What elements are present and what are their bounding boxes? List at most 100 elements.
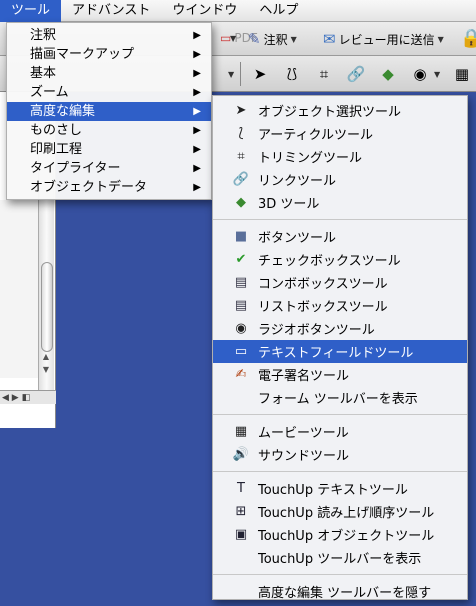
advanced-editing-item[interactable]: ▭ テキストフィールドツール <box>213 340 467 363</box>
menu-window[interactable]: ウインドウ <box>161 0 248 22</box>
advanced-editing-item[interactable]: 🔊 サウンドツール <box>213 443 467 466</box>
advanced-editing-item[interactable]: ✍ 電子署名ツール <box>213 363 467 386</box>
menu-tools[interactable]: ツール <box>0 0 62 22</box>
article-icon: ⟅ <box>238 126 244 141</box>
icon-spacer <box>232 549 250 567</box>
comment-button-label: 注釈 <box>263 32 288 47</box>
icon-spacer <box>232 583 250 601</box>
advanced-editing-item[interactable]: ▣ TouchUp オブジェクトツール <box>213 523 467 546</box>
menu-item-label: ボタンツール <box>258 231 337 246</box>
chevron-down-icon[interactable]: ▼ <box>230 34 236 43</box>
tools-menu-item[interactable]: ズーム ▶ <box>7 83 211 102</box>
submenu-arrow-icon: ▶ <box>193 163 201 174</box>
advanced-editing-item[interactable]: ▦ ムービーツール <box>213 420 467 443</box>
menu-separator <box>213 574 467 575</box>
icon-spacer <box>232 389 250 407</box>
tools-menu-item[interactable]: ものさし ▶ <box>7 121 211 140</box>
advanced-editing-item[interactable]: ◆ 3D ツール <box>213 191 467 214</box>
scroll-arrows[interactable]: ▲ ▼ <box>38 350 54 394</box>
menu-item-label: リストボックスツール <box>258 300 388 315</box>
menu-item-label: オブジェクトデータ <box>30 180 148 195</box>
advanced-editing-item[interactable]: フォーム ツールバーを表示 <box>213 386 467 409</box>
menu-item-label: 注釈 <box>30 28 57 43</box>
menu-item-label: 描画マークアップ <box>30 47 135 62</box>
advanced-editing-item[interactable]: ✔ チェックボックスツール <box>213 248 467 271</box>
tools-menu-item[interactable]: 注釈 ▶ <box>7 26 211 45</box>
3d-icon[interactable]: ◆ <box>378 64 398 84</box>
scrollbar-thumb[interactable] <box>41 262 53 352</box>
tools-menu-item[interactable]: 基本 ▶ <box>7 64 211 83</box>
submenu-arrow-icon: ▶ <box>193 49 201 60</box>
tools-menu-item[interactable]: 描画マークアップ ▶ <box>7 45 211 64</box>
tools-menu-item[interactable]: オブジェクトデータ ▶ <box>7 178 211 197</box>
chevron-down-icon[interactable]: ▼ <box>434 70 440 79</box>
advanced-editing-item[interactable]: ⊞ TouchUp 読み上げ順序ツール <box>213 500 467 523</box>
menu-item-label: 3D ツール <box>258 197 320 212</box>
menu-item-label: TouchUp オブジェクトツール <box>258 529 435 544</box>
advanced-editing-item[interactable]: ■ ボタンツール <box>213 225 467 248</box>
menu-item-label: 電子署名ツール <box>258 369 350 384</box>
select-object-icon[interactable]: ➤ <box>250 64 270 84</box>
send-review-icon: ✉ <box>323 30 336 48</box>
radio-icon[interactable]: ◉ <box>410 64 430 84</box>
menu-help[interactable]: ヘルプ <box>248 0 309 22</box>
comment-button[interactable]: ✎ 注釈 ▼ <box>248 30 297 48</box>
advanced-editing-submenu: ➤ オブジェクト選択ツール ⟅ アーティクルツール ⌗ トリミングツール 🔗 リンクツール ◆ 3… <box>212 95 468 603</box>
menu-item-label: フォーム ツールバーを表示 <box>258 392 418 407</box>
radio-icon: ◉ <box>235 321 247 336</box>
chevron-down-icon: ▼ <box>290 34 297 44</box>
advanced-editing-item[interactable]: 🔗 リンクツール <box>213 168 467 191</box>
menu-item-label: TouchUp ツールバーを表示 <box>258 552 422 567</box>
page-navigation-bar[interactable]: ◀ ▶ ◧ <box>0 390 56 404</box>
arrow-icon: ➤ <box>235 103 247 118</box>
comment-icon: ✎ <box>248 30 261 48</box>
submenu-arrow-icon: ▶ <box>193 87 201 98</box>
lock-icon[interactable]: 🔒 <box>460 28 476 49</box>
advanced-editing-item[interactable]: ➤ オブジェクト選択ツール <box>213 99 467 122</box>
advanced-editing-item[interactable]: ▤ コンボボックスツール <box>213 271 467 294</box>
advanced-editing-item[interactable]: T TouchUp テキストツール <box>213 477 467 500</box>
crop-icon[interactable]: ⌗ <box>314 64 334 84</box>
signature-icon: ✍ <box>235 367 247 382</box>
advanced-editing-item[interactable]: ⌗ トリミングツール <box>213 145 467 168</box>
menu-item-label: オブジェクト選択ツール <box>258 105 402 120</box>
send-review-button[interactable]: ✉ レビュー用に送信 ▼ <box>323 30 444 48</box>
menu-item-label: リンクツール <box>258 174 337 189</box>
chevron-down-icon[interactable]: ▼ <box>228 70 234 79</box>
advanced-editing-item[interactable]: ▤ リストボックスツール <box>213 294 467 317</box>
menu-item-label: チェックボックスツール <box>258 254 401 269</box>
menu-item-label: トリミングツール <box>258 151 363 166</box>
touchup-object-icon: ▣ <box>234 527 248 542</box>
tools-menu-item[interactable]: 印刷工程 ▶ <box>7 140 211 159</box>
menu-item-label: ラジオボタンツール <box>258 323 375 338</box>
movie-icon[interactable]: ▦ <box>452 64 472 84</box>
submenu-arrow-icon: ▶ <box>193 125 201 136</box>
menu-item-label: サウンドツール <box>258 449 350 464</box>
advanced-editing-item[interactable]: ⟅ アーティクルツール <box>213 122 467 145</box>
checkbox-icon: ✔ <box>235 252 247 267</box>
menu-item-label: 高度な編集 ツールバーを隠す <box>258 586 432 601</box>
tools-menu-item[interactable]: タイプライター ▶ <box>7 159 211 178</box>
menu-item-label: 高度な編集 <box>30 104 96 119</box>
chevron-down-icon: ▼ <box>437 34 444 44</box>
article-icon[interactable]: ⟅⟆ <box>282 64 302 84</box>
menu-item-label: 印刷工程 <box>30 142 83 157</box>
advanced-editing-item[interactable]: ◉ ラジオボタンツール <box>213 317 467 340</box>
link-icon[interactable]: 🔗 <box>346 64 366 84</box>
navigation-pane <box>0 200 40 378</box>
menu-separator <box>213 471 467 472</box>
submenu-arrow-icon: ▶ <box>193 182 201 193</box>
menu-advanced[interactable]: アドバンスト <box>61 0 161 22</box>
menu-item-label: アーティクルツール <box>258 128 374 143</box>
menu-item-label: ズーム <box>30 85 69 100</box>
menu-item-label: TouchUp テキストツール <box>258 483 408 498</box>
menu-item-label: ムービーツール <box>258 426 349 441</box>
menu-item-label: TouchUp 読み上げ順序ツール <box>258 506 435 521</box>
send-review-label: レビュー用に送信 <box>338 32 435 47</box>
menu-item-label: タイプライター <box>30 161 121 176</box>
advanced-editing-item[interactable]: TouchUp ツールバーを表示 <box>213 546 467 569</box>
advanced-editing-item[interactable]: 高度な編集 ツールバーを隠す <box>213 580 467 603</box>
tools-menu-item[interactable]: 高度な編集 ▶ <box>7 102 211 121</box>
menu-item-label: テキストフィールドツール <box>258 346 414 361</box>
link-icon: 🔗 <box>232 172 250 187</box>
